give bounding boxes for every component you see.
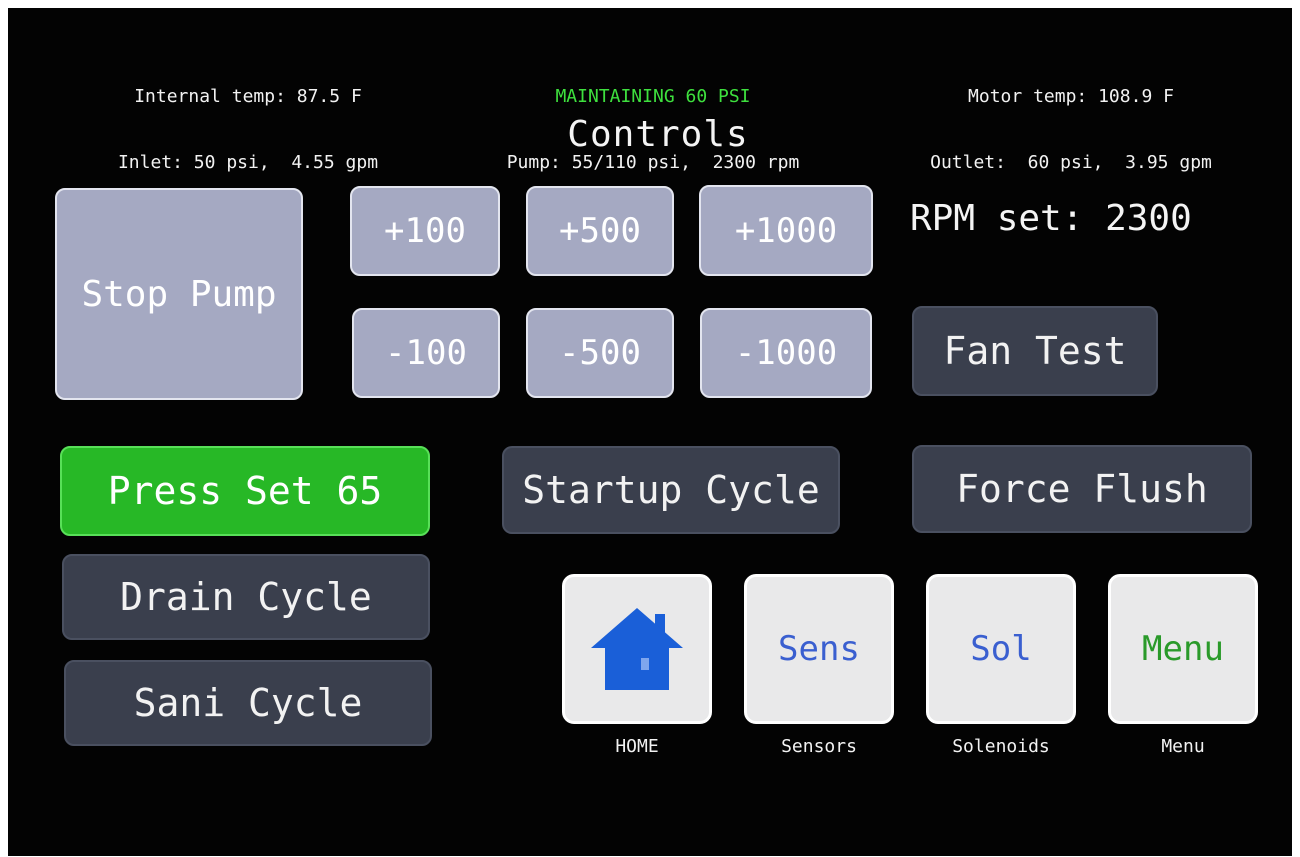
startup-cycle-button[interactable]: Startup Cycle <box>502 446 840 534</box>
plus-500-button[interactable]: +500 <box>526 186 674 276</box>
home-button[interactable] <box>562 574 712 724</box>
plus-1000-button[interactable]: +1000 <box>699 185 873 276</box>
home-icon <box>591 608 683 690</box>
rpm-setpoint: RPM set: 2300 <box>910 198 1192 239</box>
plus-100-button[interactable]: +100 <box>350 186 500 276</box>
inlet-readout: Inlet: 50 psi, 4.55 gpm <box>117 152 379 173</box>
home-label: HOME <box>615 736 659 757</box>
touch-screen: Internal temp: 87.5 F Inlet: 50 psi, 4.5… <box>8 8 1292 856</box>
solenoids-button[interactable]: Sol <box>926 574 1076 724</box>
sani-cycle-button[interactable]: Sani Cycle <box>64 660 432 746</box>
minus-500-button[interactable]: -500 <box>526 308 674 398</box>
sensors-button[interactable]: Sens <box>744 574 894 724</box>
mode-status: MAINTAINING 60 PSI <box>555 86 751 107</box>
outlet-readout: Outlet: 60 psi, 3.95 gpm <box>930 152 1212 173</box>
press-set-button[interactable]: Press Set 65 <box>60 446 430 536</box>
fan-test-button[interactable]: Fan Test <box>912 306 1158 396</box>
force-flush-button[interactable]: Force Flush <box>912 445 1252 533</box>
minus-100-button[interactable]: -100 <box>352 308 500 398</box>
page-title: Controls <box>567 114 749 155</box>
motor-temp-readout: Motor temp: 108.9 F <box>968 86 1174 107</box>
solenoids-label: Solenoids <box>952 736 1050 757</box>
pump-readout: Pump: 55/110 psi, 2300 rpm <box>506 152 800 173</box>
sensors-label: Sensors <box>781 736 857 757</box>
minus-1000-button[interactable]: -1000 <box>700 308 872 398</box>
status-right: Motor temp: 108.9 F Outlet: 60 psi, 3.95… <box>896 42 1246 218</box>
menu-label: Menu <box>1161 736 1205 757</box>
internal-temp-readout: Internal temp: 87.5 F <box>134 86 362 107</box>
drain-cycle-button[interactable]: Drain Cycle <box>62 554 430 640</box>
menu-button[interactable]: Menu <box>1108 574 1258 724</box>
stop-pump-button[interactable]: Stop Pump <box>55 188 303 400</box>
